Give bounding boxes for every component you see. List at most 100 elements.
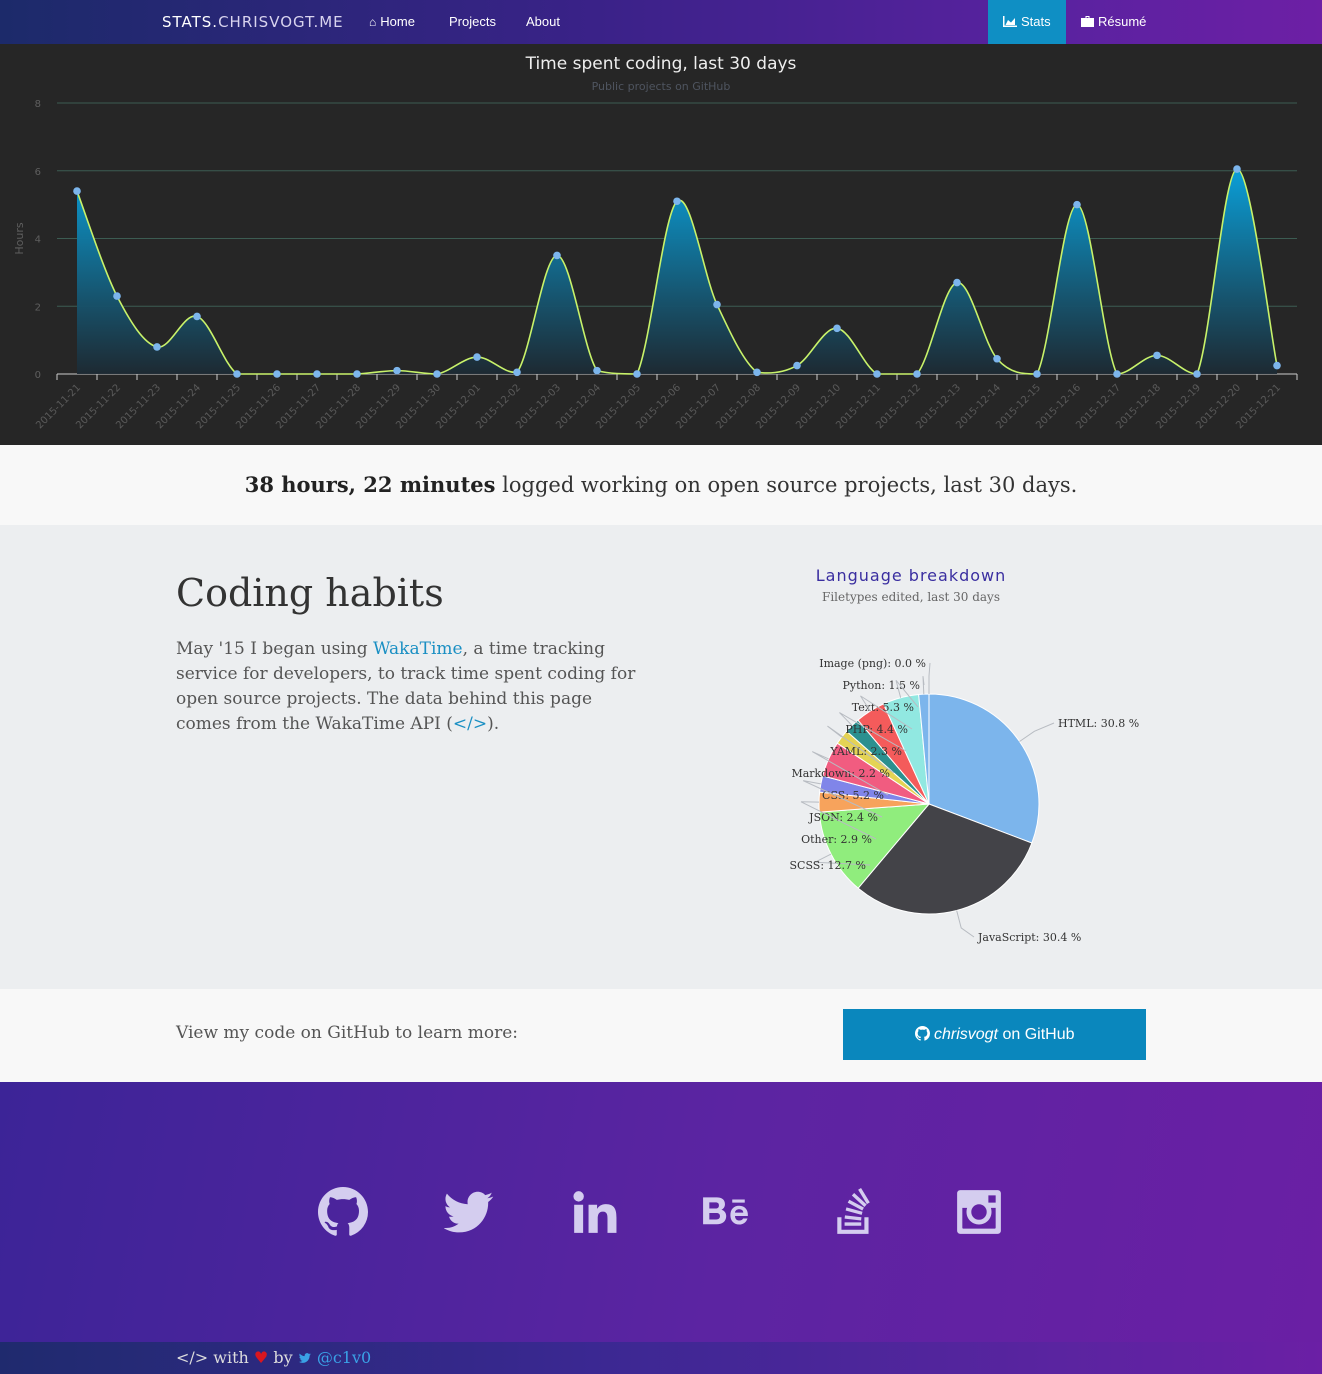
summary-total: 38 hours, 22 minutes (244, 472, 496, 497)
linkedin-icon (573, 1191, 617, 1233)
area-chart-icon (1003, 16, 1017, 27)
summary-section: 38 hours, 22 minutes logged working on o… (0, 445, 1322, 525)
data-point (1113, 370, 1121, 378)
wakatime-link[interactable]: WakaTime (373, 639, 463, 659)
pie-label: Python: 1.5 % (843, 679, 920, 692)
social-footer (0, 1082, 1322, 1342)
github-icon (914, 1026, 930, 1041)
pie-subtitle: Filetypes edited, last 30 days (822, 590, 1000, 604)
github-cta-section: View my code on GitHub to learn more: ch… (0, 989, 1322, 1082)
data-point (953, 278, 961, 287)
code-icon: </> (176, 1348, 209, 1367)
pie-label: YAML: 2.3 % (829, 745, 902, 758)
home-icon: ⌂ (369, 15, 377, 29)
credit-by: by (268, 1348, 298, 1367)
stackoverflow-icon (837, 1188, 870, 1234)
brand-logo[interactable]: STATS.CHRISVOGT.ME (162, 13, 344, 31)
github-cta-text: View my code on GitHub to learn more: (176, 1023, 519, 1043)
pie-label: Text: 5.3 % (852, 701, 914, 714)
data-point (433, 370, 441, 378)
data-point (1033, 370, 1041, 378)
stackoverflow-link[interactable] (830, 1187, 880, 1237)
data-point (113, 292, 121, 300)
pie-label: HTML: 30.8 % (1058, 717, 1139, 730)
data-point (793, 361, 801, 370)
pie-connector (1019, 722, 1055, 742)
data-point (1073, 200, 1081, 209)
wakatime-api-link[interactable]: </> (453, 714, 487, 734)
twitter-handle-link[interactable]: @c1v0 (317, 1348, 371, 1367)
nav-resume[interactable]: Résumé (1081, 0, 1146, 44)
pie-label: Markdown: 2.2 % (791, 767, 890, 780)
pie-label: CSS: 5.2 % (822, 789, 884, 802)
data-point (193, 312, 201, 321)
nav-projects[interactable]: Projects (449, 0, 496, 44)
nav-about[interactable]: About (526, 0, 560, 44)
data-point (153, 343, 161, 351)
y-tick-label: 0 (35, 370, 41, 381)
brand-bold: STATS. (162, 13, 219, 31)
pie-label: JSON: 2.4 % (808, 811, 878, 824)
data-point (1153, 351, 1161, 360)
nav-projects-label: Projects (449, 14, 496, 29)
instagram-link[interactable] (954, 1187, 1004, 1237)
data-point (233, 370, 241, 378)
linkedin-link[interactable] (570, 1187, 620, 1237)
data-point (353, 370, 361, 378)
nav-home[interactable]: ⌂ Home (369, 0, 415, 44)
pie-title: Language breakdown (816, 566, 1007, 585)
chart-title: Time spent coding, last 30 days (525, 54, 797, 74)
pie-label: SCSS: 12.7 % (790, 859, 866, 872)
github-button[interactable]: chrisvogt on GitHub (843, 1009, 1146, 1060)
credit-with: with (208, 1348, 254, 1367)
nav-resume-label: Résumé (1098, 14, 1147, 29)
nav-stats[interactable]: Stats (988, 0, 1066, 44)
github-button-rest: on GitHub (998, 1026, 1075, 1043)
y-tick-label: 8 (35, 99, 41, 110)
data-point (633, 370, 641, 378)
coding-habits-section: Coding habits May '15 I began using Waka… (0, 525, 1322, 989)
data-point (1193, 370, 1201, 378)
data-point (753, 368, 761, 377)
behance-link[interactable] (701, 1187, 751, 1237)
nav-about-label: About (526, 14, 560, 29)
y-tick-label: 2 (35, 302, 41, 313)
summary-rest: logged working on open source projects, … (495, 473, 1078, 497)
data-point (833, 324, 841, 333)
pie-label: JavaScript: 30.4 % (977, 931, 1081, 944)
heart-icon: ♥ (253, 1348, 269, 1367)
nav-home-label: Home (380, 14, 415, 29)
twitter-link[interactable] (443, 1187, 494, 1237)
coding-time-area-chart: Time spent coding, last 30 days Public pr… (13, 54, 1298, 431)
data-point (553, 251, 561, 260)
twitter-icon (298, 1353, 311, 1363)
coding-habits-intro: May '15 I began using WakaTime, a time t… (176, 637, 646, 737)
instagram-icon (957, 1190, 1001, 1234)
behance-icon (703, 1197, 748, 1225)
data-point (393, 366, 401, 375)
github-button-user: chrisvogt (933, 1026, 998, 1043)
intro-part1: May '15 I began using (176, 639, 374, 659)
pie-connector (928, 662, 931, 694)
pie-label: Image (png): 0.0 % (819, 657, 926, 670)
data-point (73, 187, 81, 195)
data-point (593, 366, 601, 375)
y-tick-label: 4 (35, 235, 41, 246)
github-icon (318, 1187, 368, 1236)
navbar: STATS.CHRISVOGT.ME ⌂ Home Projects About … (0, 0, 1322, 44)
coding-time-chart-section: Time spent coding, last 30 days Public pr… (0, 44, 1322, 445)
language-pie-chart: Language breakdown Filetypes edited, last… (790, 566, 1140, 944)
briefcase-icon (1081, 16, 1094, 27)
github-link[interactable] (318, 1187, 368, 1237)
data-point (313, 370, 321, 378)
credit-text: </> with ♥ by @c1v0 (176, 1348, 371, 1367)
y-axis-label: Hours (13, 222, 26, 254)
data-point (473, 353, 481, 361)
pie-connector (956, 910, 975, 938)
data-point (513, 368, 521, 377)
coding-habits-heading: Coding habits (176, 571, 444, 615)
brand-light: CHRISVOGT.ME (218, 13, 344, 31)
data-point (873, 370, 881, 378)
chart-subtitle: Public projects on GitHub (592, 80, 731, 93)
intro-part3: ). (487, 714, 500, 734)
